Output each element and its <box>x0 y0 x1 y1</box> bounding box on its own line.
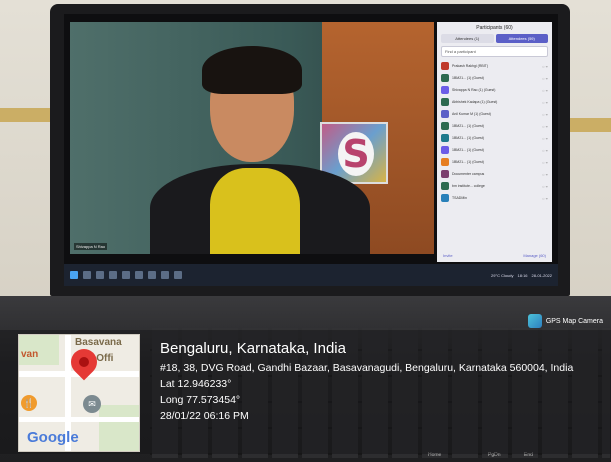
photo-scene: S Shivappa N Rao Participants (60) Atten… <box>0 0 611 462</box>
mic-camera-icon: ◌ ⌁ <box>542 111 548 117</box>
location-longitude: Long 77.573454° <box>160 394 241 406</box>
participant-avatar <box>441 86 449 94</box>
location-info: Bengaluru, Karnataka, India #18, 38, DVG… <box>160 340 600 424</box>
participant-item[interactable]: Prakash Rakhgi (RBIT) ◌ ⌁ <box>441 60 548 72</box>
participant-name: bm institute... college <box>452 184 485 188</box>
participant-name: Documenter campus <box>452 172 485 176</box>
participants-panel: Participants (60) Attendees (1) Attendee… <box>437 22 552 262</box>
tab-attendees-1[interactable]: Attendees (1) <box>441 34 494 43</box>
location-address: #18, 38, DVG Road, Gandhi Bazaar, Basava… <box>160 362 574 374</box>
teams-app-icon[interactable] <box>174 271 182 279</box>
location-title: Bengaluru, Karnataka, India <box>160 340 346 357</box>
chrome-app-icon[interactable] <box>161 271 169 279</box>
invite-button[interactable]: Invite <box>443 253 453 258</box>
location-datetime: 28/01/22 06:16 PM <box>160 410 249 422</box>
gps-camera-icon <box>527 314 542 328</box>
panel-footer: Invite Manage (60) <box>443 253 546 258</box>
map-block <box>99 405 139 451</box>
laptop-screen: S Shivappa N Rao Participants (60) Atten… <box>64 14 558 286</box>
participant-avatar <box>441 146 449 154</box>
mic-camera-icon: ◌ ⌁ <box>542 195 548 201</box>
participant-name: 1BM21... (1) (Guest) <box>452 160 484 164</box>
gps-app-badge: GPS Map Camera <box>527 314 603 328</box>
mic-camera-icon: ◌ ⌁ <box>542 63 548 69</box>
participant-item[interactable]: 1BM21... (1) (Guest) ◌ ⌁ <box>441 132 548 144</box>
restaurant-icon: 🍴 <box>21 395 37 411</box>
participant-avatar <box>441 158 449 166</box>
mic-camera-icon: ◌ ⌁ <box>542 171 548 177</box>
post-office-icon: ✉ <box>83 395 101 413</box>
mail-app-icon[interactable] <box>135 271 143 279</box>
file-explorer-icon[interactable] <box>109 271 117 279</box>
participant-search-input[interactable]: Find a participant <box>441 46 548 57</box>
participant-name: 1BM21... (1) (Guest) <box>452 76 484 80</box>
location-map: Basavana van est Offi ✉ 🍴 Google <box>18 334 140 452</box>
participant-item[interactable]: Anil Kumar M (1) (Guest) ◌ ⌁ <box>441 108 548 120</box>
tab-attendees-59[interactable]: Attendees (59) <box>495 34 548 43</box>
system-tray: 29°C Cloudy 18:16 28-01-2022 <box>491 273 552 278</box>
google-logo: Google <box>27 429 79 446</box>
participant-item[interactable]: Documenter campus ◌ ⌁ <box>441 168 548 180</box>
mic-camera-icon: ◌ ⌁ <box>542 75 548 81</box>
mic-camera-icon: ◌ ⌁ <box>542 183 548 189</box>
mic-camera-icon: ◌ ⌁ <box>542 159 548 165</box>
mic-camera-icon: ◌ ⌁ <box>542 147 548 153</box>
map-left-label: van <box>21 349 39 360</box>
poster-letter: S <box>338 132 374 176</box>
mic-camera-icon: ◌ ⌁ <box>542 99 548 105</box>
participant-name: Prakash Rakhgi (RBIT) <box>452 64 488 68</box>
camera-app-icon[interactable] <box>122 271 130 279</box>
participant-avatar <box>441 98 449 106</box>
participant-name: 1BM21... (1) (Guest) <box>452 124 484 128</box>
participant-name: Shivappa N Rao (1) (Guest) <box>452 88 496 92</box>
participant-name: Anil Kumar M (1) (Guest) <box>452 112 491 116</box>
participant-item[interactable]: 1BM21... (1) (Guest) ◌ ⌁ <box>441 156 548 168</box>
person-hair <box>202 46 302 94</box>
participant-item[interactable]: 1BM21... (1) (Guest) ◌ ⌁ <box>441 144 548 156</box>
weather-label[interactable]: 29°C Cloudy <box>491 273 514 278</box>
participant-item[interactable]: 1BM21... (1) (Guest) ◌ ⌁ <box>441 120 548 132</box>
panel-title: Participants (60) <box>476 25 513 31</box>
participant-avatar <box>441 74 449 82</box>
participant-avatar <box>441 110 449 118</box>
task-view-icon[interactable] <box>96 271 104 279</box>
clock-time[interactable]: 18:16 <box>518 273 528 278</box>
participant-list: Prakash Rakhgi (RBIT) ◌ ⌁ 1BM21... (1) (Gu… <box>441 60 548 204</box>
participant-item[interactable]: bm institute... college ◌ ⌁ <box>441 180 548 192</box>
person-shirt <box>210 168 300 254</box>
participant-avatar <box>441 122 449 130</box>
participant-name: 1BM21... (1) (Guest) <box>452 136 484 140</box>
participant-avatar <box>441 194 449 202</box>
participant-avatar <box>441 170 449 178</box>
mic-camera-icon: ◌ ⌁ <box>542 135 548 141</box>
participant-item[interactable]: Shivappa N Rao (1) (Guest) ◌ ⌁ <box>441 84 548 96</box>
video-feed: S Shivappa N Rao <box>70 22 434 254</box>
mic-camera-icon: ◌ ⌁ <box>542 87 548 93</box>
gps-app-name: GPS Map Camera <box>545 317 603 325</box>
location-latitude: Lat 12.946233° <box>160 378 232 390</box>
map-road <box>19 417 139 422</box>
participant-item[interactable]: 1BM21... (1) (Guest) ◌ ⌁ <box>441 72 548 84</box>
search-icon[interactable] <box>83 271 91 279</box>
clock-date[interactable]: 28-01-2022 <box>532 273 552 278</box>
participant-name: 1BM21... (1) (Guest) <box>452 148 484 152</box>
participant-name: TSADMin <box>452 196 467 200</box>
participant-tabs: Attendees (1) Attendees (59) <box>441 34 548 43</box>
windows-start-icon[interactable] <box>70 271 78 279</box>
manage-button[interactable]: Manage (60) <box>523 253 546 258</box>
participant-avatar <box>441 62 449 70</box>
map-area-label: Basavana <box>75 337 122 348</box>
mic-camera-icon: ◌ ⌁ <box>542 123 548 129</box>
store-app-icon[interactable] <box>148 271 156 279</box>
participant-avatar <box>441 134 449 142</box>
participant-item[interactable]: TSADMin ◌ ⌁ <box>441 192 548 204</box>
participant-item[interactable]: Abhishek Kadapa (1) (Guest) ◌ ⌁ <box>441 96 548 108</box>
windows-taskbar: 29°C Cloudy 18:16 28-01-2022 <box>64 264 558 286</box>
participant-avatar <box>441 182 449 190</box>
participant-name: Abhishek Kadapa (1) (Guest) <box>452 100 498 104</box>
self-name-label: Shivappa N Rao <box>74 243 108 250</box>
